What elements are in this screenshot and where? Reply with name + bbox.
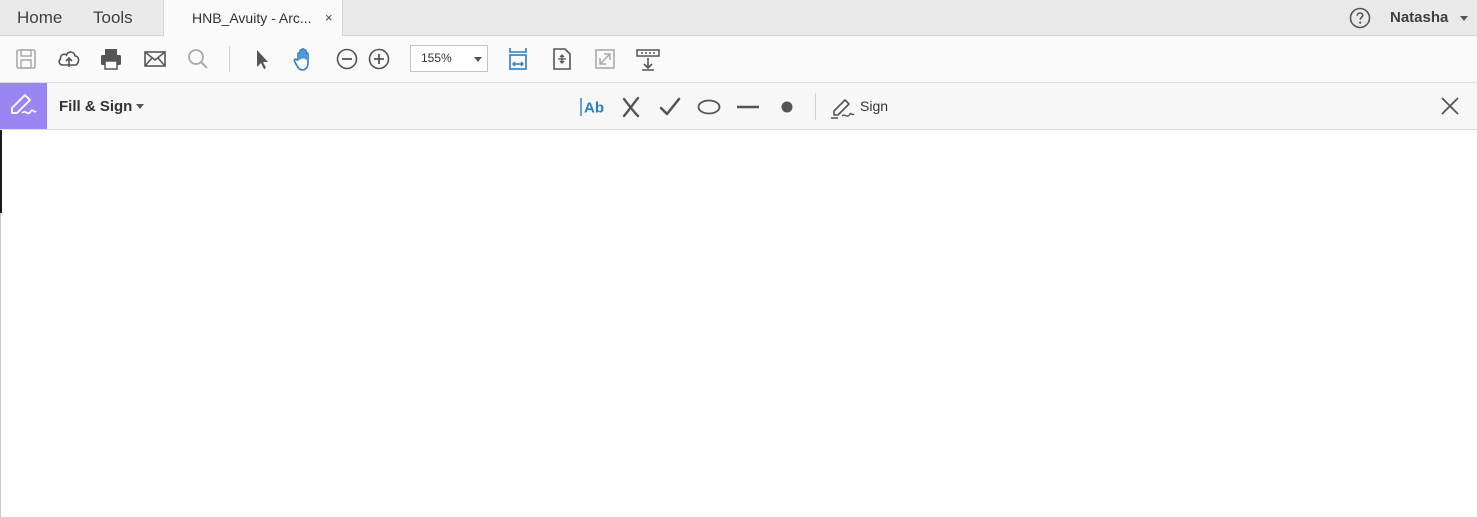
document-edge: [0, 213, 1, 517]
cross-icon[interactable]: [618, 94, 644, 120]
help-icon[interactable]: [1349, 7, 1371, 29]
tools-tab[interactable]: Tools: [93, 0, 133, 35]
close-icon[interactable]: [1438, 94, 1462, 118]
scroll-mode-icon[interactable]: [635, 46, 661, 72]
hand-icon[interactable]: [291, 46, 317, 72]
select-arrow-icon[interactable]: [249, 46, 275, 72]
sign-pen-icon[interactable]: [829, 94, 855, 120]
document-tab-title: HNB_Avuity - Arc...: [192, 10, 312, 26]
print-icon[interactable]: [98, 46, 124, 72]
fit-page-icon[interactable]: [549, 46, 575, 72]
upload-icon[interactable]: [56, 46, 82, 72]
toolbar-divider: [229, 46, 230, 72]
save-icon[interactable]: [13, 46, 39, 72]
checkmark-icon[interactable]: [657, 94, 683, 120]
dot-icon[interactable]: [774, 94, 800, 120]
sign-button[interactable]: Sign: [860, 83, 888, 130]
fill-sign-pen-icon: [11, 94, 37, 115]
fill-sign-menu[interactable]: Fill & Sign: [59, 83, 132, 130]
document-tab-close-button[interactable]: ×: [325, 0, 333, 36]
fit-width-icon[interactable]: [505, 46, 531, 72]
fill-and-sign-toolbar: Fill & Sign Ab Sign: [0, 83, 1477, 130]
user-menu[interactable]: Natasha: [1390, 0, 1448, 36]
chevron-down-icon: [474, 57, 482, 62]
fill-sign-divider: [815, 93, 816, 120]
document-tab[interactable]: HNB_Avuity - Arc... ×: [163, 0, 343, 36]
zoom-level-select[interactable]: 155%: [410, 45, 488, 72]
line-icon[interactable]: [735, 94, 761, 120]
add-text-icon[interactable]: Ab: [579, 94, 605, 120]
chevron-down-icon: [1460, 16, 1468, 21]
zoom-level-value: 155%: [421, 51, 452, 65]
email-icon[interactable]: [142, 46, 168, 72]
document-canvas[interactable]: [0, 130, 1477, 517]
home-tab[interactable]: Home: [17, 0, 62, 35]
search-icon[interactable]: [185, 46, 211, 72]
main-toolbar: 155%: [0, 36, 1477, 83]
fill-sign-tool-badge: [0, 83, 47, 129]
full-screen-icon[interactable]: [592, 46, 618, 72]
circle-icon[interactable]: [696, 94, 722, 120]
document-edge: [0, 130, 2, 213]
svg-text:Ab: Ab: [584, 100, 604, 117]
top-bar: Home Tools HNB_Avuity - Arc... × Natasha: [0, 0, 1477, 36]
chevron-down-icon: [136, 104, 144, 109]
zoom-out-icon[interactable]: [334, 46, 360, 72]
zoom-in-icon[interactable]: [366, 46, 392, 72]
